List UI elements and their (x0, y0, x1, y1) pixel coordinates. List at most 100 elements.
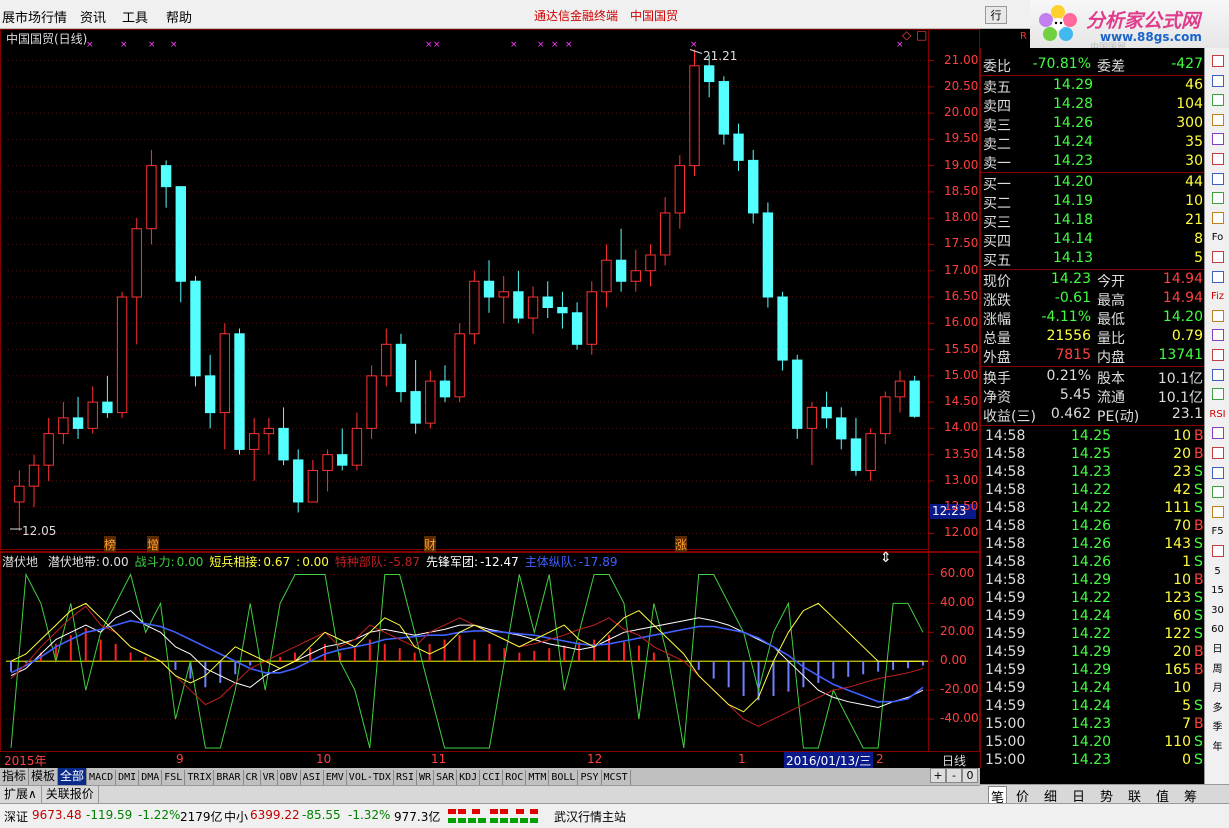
low-price-label: 12.05 (22, 524, 57, 538)
divider (981, 269, 1205, 270)
quote-row: 卖二 14.24 35 (981, 134, 1205, 153)
diamond-icon[interactable]: ◇ (902, 28, 911, 42)
expand-button[interactable]: 扩展∧ (0, 786, 42, 803)
menu-news[interactable]: 资讯 (80, 7, 106, 26)
tool-icon (1211, 270, 1224, 283)
tick-side: S (1194, 590, 1203, 606)
toolbar-button[interactable] (1208, 91, 1227, 110)
candlestick-svg[interactable]: × × × × × × × × × × × × (0, 29, 980, 552)
sell-volume: 104 (1176, 96, 1203, 112)
toolbar-button[interactable] (1208, 542, 1227, 561)
toolbar-button[interactable] (1208, 307, 1227, 326)
weicha-label: 委差 (1097, 59, 1125, 75)
fin-value: 0.21% (1046, 368, 1091, 384)
toolbar-button[interactable]: RSI (1208, 405, 1227, 424)
window-button[interactable]: 行 (985, 6, 1007, 24)
quote-row: 14:59 14.22 123 S (981, 590, 1205, 609)
indicator-tab[interactable]: 模板 (29, 768, 59, 785)
zoom-button[interactable]: + (930, 768, 946, 783)
menu-market[interactable]: 展市场行情 (2, 7, 67, 26)
toolbar-button[interactable] (1208, 72, 1227, 91)
toolbar-button[interactable]: 季 (1208, 718, 1227, 737)
candle-body (87, 401, 98, 429)
toolbar-button[interactable]: 5 (1208, 562, 1227, 581)
tool-icon (1211, 466, 1224, 479)
toolbar-button[interactable] (1208, 111, 1227, 130)
toolbar-button[interactable] (1208, 444, 1227, 463)
quote-row: 14:58 14.25 20 B (981, 446, 1205, 465)
toolbar-button[interactable]: 60 (1208, 620, 1227, 639)
period-label[interactable]: 日线 (942, 752, 966, 769)
tick-volume: 23 (1173, 464, 1191, 480)
toolbar-button[interactable] (1208, 209, 1227, 228)
toolbar-button[interactable] (1208, 483, 1227, 502)
toolbar-button[interactable]: 15 (1208, 581, 1227, 600)
resize-arrow-icon[interactable]: ⇕ (880, 550, 892, 566)
quote-row: 总量 21556 量比 0.79 (981, 328, 1205, 347)
indicator-svg[interactable] (0, 552, 980, 752)
toolbar-button[interactable] (1208, 464, 1227, 483)
toolbar-button[interactable] (1208, 424, 1227, 443)
divider (981, 425, 1205, 426)
tick-price: 14.25 (1071, 446, 1112, 462)
tick-side: B (1194, 518, 1204, 534)
menu-tools[interactable]: 工具 (122, 7, 148, 26)
toolbar-button[interactable]: Fo (1208, 228, 1227, 247)
event-marker-3[interactable]: 财 (424, 536, 437, 553)
toolbar-button[interactable] (1208, 385, 1227, 404)
indicator-tab[interactable]: 指标 (0, 768, 30, 785)
candle-body (234, 333, 245, 450)
indicator-chart[interactable]: 潜伏地 潜伏地带: 0.00 战斗力: 0.00 短兵相接: 0.67:0.00 特种部队:… (0, 550, 980, 752)
toolbar-button[interactable] (1208, 503, 1227, 522)
tick-time: 14:58 (985, 518, 1026, 534)
toolbar-button[interactable] (1208, 268, 1227, 287)
price-axis-label: 20.00 (944, 105, 979, 120)
toolbar-button[interactable]: 多 (1208, 699, 1227, 718)
toolbar-button[interactable]: 月 (1208, 679, 1227, 698)
toolbar-button[interactable]: Fiz (1208, 287, 1227, 306)
sell-price: 14.28 (1053, 96, 1094, 112)
indicator-tab[interactable]: 全部 (58, 768, 88, 785)
tick-price: 14.24 (1071, 608, 1112, 624)
stat-label: 内盘 (1097, 350, 1125, 366)
toolbar-button[interactable] (1208, 170, 1227, 189)
buy-price: 14.18 (1053, 212, 1094, 228)
toolbar-button[interactable] (1208, 366, 1227, 385)
candle-body (160, 165, 172, 188)
square-icon[interactable]: □ (916, 28, 927, 42)
event-marker-1[interactable]: 榜 (104, 536, 117, 553)
toolbar-button[interactable] (1208, 189, 1227, 208)
related-quote-button[interactable]: 关联报价 (42, 786, 99, 803)
toolbar-button[interactable] (1208, 346, 1227, 365)
tick-price: 14.23 (1071, 752, 1112, 768)
divider (981, 75, 1205, 76)
zoom-button[interactable]: 0 (962, 768, 978, 783)
quote-row: 委比 -70.81% 委差 -427 (981, 56, 1205, 75)
toolbar-button[interactable] (1208, 52, 1227, 71)
toolbar-button[interactable] (1208, 150, 1227, 169)
candle-body (748, 159, 759, 214)
event-marker-2[interactable]: 增 (147, 536, 160, 553)
toolbar-button[interactable]: F5 (1208, 522, 1227, 541)
menu-help[interactable]: 帮助 (166, 7, 192, 26)
toolbar-button[interactable]: 日 (1208, 640, 1227, 659)
toolbar-button[interactable] (1208, 248, 1227, 267)
candle-body (806, 406, 818, 429)
toolbar-button[interactable]: 周 (1208, 660, 1227, 679)
tool-icon (1211, 505, 1224, 518)
tick-volume: 5 (1182, 698, 1191, 714)
tool-icon (1211, 251, 1224, 263)
price-chart[interactable]: × × × × × × × × × × × × 中国国贸(日线) ◇ □ 21.21 12.05 12… (0, 28, 980, 553)
indicator-axis-label: -20.00 (940, 682, 979, 697)
toolbar-button[interactable] (1208, 326, 1227, 345)
sell-level-label: 卖一 (983, 156, 1011, 172)
event-marker-4[interactable]: 涨 (675, 536, 688, 553)
toolbar-button[interactable]: 年 (1208, 738, 1227, 757)
sz-pct: -1.22% (138, 808, 181, 822)
station-name[interactable]: 武汉行情主站 (554, 808, 626, 825)
fin-label: 流通 (1097, 390, 1125, 406)
toolbar-button[interactable]: 30 (1208, 601, 1227, 620)
toolbar-button[interactable] (1208, 130, 1227, 149)
zoom-button[interactable]: - (946, 768, 962, 783)
buy-price: 14.13 (1053, 250, 1094, 266)
